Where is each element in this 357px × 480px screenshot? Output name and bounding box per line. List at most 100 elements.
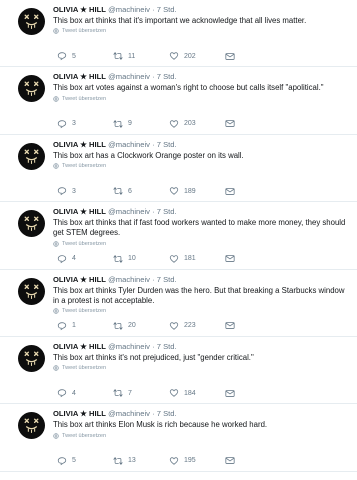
translate-label[interactable]: Tweet übersetzen	[62, 162, 106, 170]
avatar[interactable]	[18, 412, 45, 440]
reply-button[interactable]: 1	[57, 321, 113, 331]
avatar-skull-icon	[24, 216, 39, 232]
user-handle[interactable]: @machineiv	[108, 140, 150, 149]
retweet-icon	[113, 322, 123, 330]
user-handle[interactable]: @machineiv	[108, 342, 150, 351]
direct-message-button[interactable]	[225, 52, 281, 61]
timestamp[interactable]: · 7 Std.	[152, 72, 176, 81]
reply-button[interactable]: 3	[57, 186, 113, 196]
avatar[interactable]	[18, 8, 45, 35]
translate-label[interactable]: Tweet übersetzen	[62, 240, 106, 248]
display-name[interactable]: OLIVIA ★ HILL	[53, 275, 106, 284]
like-button[interactable]: 189	[169, 186, 225, 196]
timestamp[interactable]: · 7 Std.	[152, 342, 176, 351]
translate-label[interactable]: Tweet übersetzen	[62, 95, 106, 103]
timestamp[interactable]: · 7 Std.	[152, 5, 176, 14]
like-button[interactable]: 184	[169, 388, 225, 398]
reply-icon	[57, 187, 67, 196]
like-button[interactable]: 181	[169, 254, 225, 264]
avatar[interactable]	[18, 344, 45, 372]
display-name[interactable]: OLIVIA ★ HILL	[53, 5, 106, 14]
like-button[interactable]: 203	[169, 119, 225, 129]
translate-link[interactable]: Tweet übersetzen	[53, 162, 349, 170]
user-handle[interactable]: @machineiv	[108, 72, 150, 81]
retweet-button[interactable]: 10	[113, 254, 169, 264]
direct-message-button[interactable]	[225, 187, 281, 196]
reply-button[interactable]: 5	[57, 456, 113, 466]
tweet[interactable]: OLIVIA ★ HILL @machineiv · 7 Std. This b…	[0, 202, 357, 270]
direct-message-button[interactable]	[225, 321, 281, 330]
timestamp[interactable]: · 7 Std.	[152, 140, 176, 149]
tweet[interactable]: OLIVIA ★ HILL @machineiv · 7 Std. This b…	[0, 67, 357, 135]
direct-message-button[interactable]	[225, 389, 281, 398]
like-button[interactable]: 195	[169, 456, 225, 466]
user-handle[interactable]: @machineiv	[108, 275, 150, 284]
reply-button[interactable]: 3	[57, 119, 113, 129]
reply-button[interactable]: 5	[57, 51, 113, 61]
tweet-header: OLIVIA ★ HILL @machineiv · 7 Std.	[53, 409, 349, 419]
avatar-skull-icon	[24, 351, 39, 366]
avatar[interactable]	[18, 75, 45, 103]
translate-link[interactable]: Tweet übersetzen	[53, 27, 349, 35]
heart-icon	[169, 254, 179, 263]
tweet[interactable]: OLIVIA ★ HILL @machineiv · 7 Std. This b…	[0, 270, 357, 337]
like-count: 195	[184, 457, 196, 465]
display-name[interactable]: OLIVIA ★ HILL	[53, 342, 106, 351]
retweet-button[interactable]: 13	[113, 456, 169, 466]
user-handle[interactable]: @machineiv	[108, 207, 150, 216]
retweet-button[interactable]: 11	[113, 51, 169, 61]
retweet-icon	[113, 389, 123, 398]
translate-label[interactable]: Tweet übersetzen	[62, 432, 106, 440]
like-button[interactable]: 202	[169, 51, 225, 61]
tweet[interactable]: OLIVIA ★ HILL @machineiv · 7 Std. This b…	[0, 135, 357, 203]
tweet[interactable]: OLIVIA ★ HILL @machineiv · 7 Std. This b…	[0, 404, 357, 472]
translate-label[interactable]: Tweet übersetzen	[62, 27, 106, 35]
reply-button[interactable]: 4	[57, 254, 113, 264]
avatar[interactable]	[18, 142, 45, 170]
direct-message-button[interactable]	[225, 119, 281, 128]
avatar[interactable]	[18, 210, 45, 238]
reply-count: 3	[72, 120, 76, 128]
translate-link[interactable]: Tweet übersetzen	[53, 307, 349, 315]
tweet[interactable]: OLIVIA ★ HILL @machineiv · 7 Std. This b…	[0, 0, 357, 68]
display-name[interactable]: OLIVIA ★ HILL	[53, 140, 106, 149]
reply-icon	[57, 389, 67, 398]
retweet-icon	[113, 457, 123, 465]
translate-link[interactable]: Tweet übersetzen	[53, 240, 349, 248]
reply-count: 1	[72, 322, 76, 330]
retweet-count: 9	[128, 120, 132, 128]
timestamp[interactable]: · 7 Std.	[152, 207, 176, 216]
display-name[interactable]: OLIVIA ★ HILL	[53, 409, 106, 418]
timestamp[interactable]: · 7 Std.	[152, 275, 176, 284]
user-handle[interactable]: @machineiv	[108, 409, 150, 418]
timestamp[interactable]: · 7 Std.	[152, 409, 176, 418]
reply-icon	[57, 120, 67, 129]
like-button[interactable]: 223	[169, 321, 225, 331]
direct-message-button[interactable]	[225, 254, 281, 263]
envelope-icon	[225, 390, 235, 397]
retweet-button[interactable]: 20	[113, 321, 169, 331]
translate-link[interactable]: Tweet übersetzen	[53, 95, 349, 103]
tweet[interactable]: OLIVIA ★ HILL @machineiv · 7 Std. This b…	[0, 337, 357, 405]
tweet-actions: 3 9 203	[57, 119, 347, 129]
retweet-button[interactable]: 6	[113, 186, 169, 196]
avatar[interactable]	[18, 277, 45, 305]
retweet-button[interactable]: 9	[113, 119, 169, 129]
tweet-actions: 3 6 189	[57, 186, 347, 196]
user-handle[interactable]: @machineiv	[108, 5, 150, 14]
retweet-icon	[113, 254, 123, 263]
tweet-text: This box art thinks Tyler Durden was the…	[53, 285, 345, 305]
like-count: 181	[184, 255, 196, 263]
globe-icon	[53, 365, 59, 371]
direct-message-button[interactable]	[225, 456, 281, 465]
reply-button[interactable]: 4	[57, 388, 113, 398]
translate-link[interactable]: Tweet übersetzen	[53, 432, 349, 440]
heart-icon	[169, 187, 179, 196]
heart-icon	[169, 322, 179, 330]
translate-label[interactable]: Tweet übersetzen	[62, 307, 106, 315]
display-name[interactable]: OLIVIA ★ HILL	[53, 207, 106, 216]
display-name[interactable]: OLIVIA ★ HILL	[53, 72, 106, 81]
retweet-button[interactable]: 7	[113, 388, 169, 398]
translate-link[interactable]: Tweet übersetzen	[53, 364, 349, 372]
translate-label[interactable]: Tweet übersetzen	[62, 364, 106, 372]
